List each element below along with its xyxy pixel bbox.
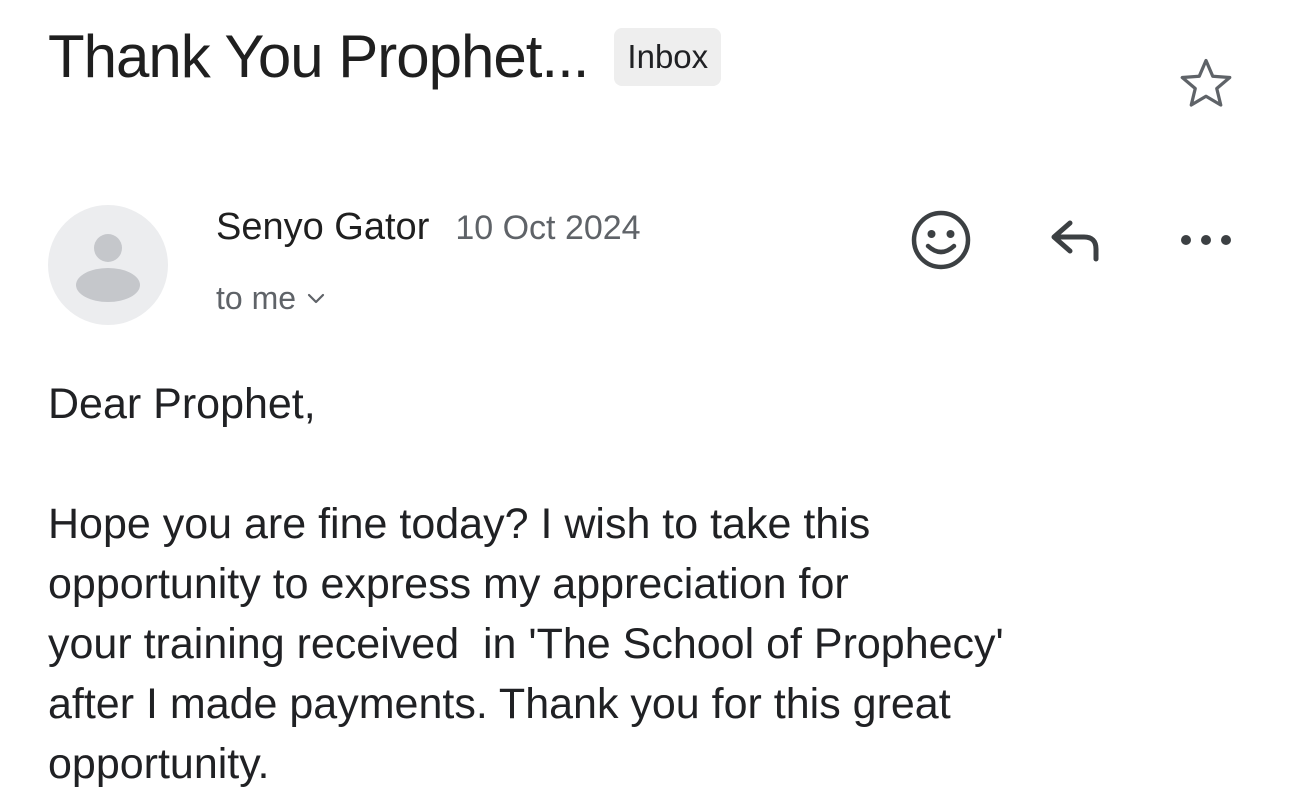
add-reaction-icon xyxy=(911,210,971,270)
chevron-down-icon xyxy=(307,293,325,303)
email-body: Dear Prophet, Hope you are fine today? I… xyxy=(48,374,1268,794)
email-subject: Thank You Prophet... xyxy=(48,23,589,90)
recipients-toggle[interactable]: to me xyxy=(216,280,326,317)
recipients-label: to me xyxy=(216,280,297,316)
default-avatar-icon xyxy=(76,234,140,302)
add-reaction-button[interactable] xyxy=(903,202,979,278)
subject-row: Thank You Prophet... Inbox xyxy=(48,22,722,91)
star-button[interactable] xyxy=(1170,48,1242,120)
inbox-label-chip[interactable]: Inbox xyxy=(614,27,722,86)
sender-line: Senyo Gator 10 Oct 2024 xyxy=(216,206,641,249)
body-line: your training received in 'The School of… xyxy=(48,620,1004,668)
more-horizontal-icon xyxy=(1181,235,1231,245)
body-line: opportunity. xyxy=(48,740,270,788)
body-line: Hope you are fine today? I wish to take … xyxy=(48,500,871,548)
sent-date: 10 Oct 2024 xyxy=(455,209,641,247)
email-greeting: Dear Prophet, xyxy=(48,380,316,428)
sender-avatar[interactable] xyxy=(48,205,168,325)
body-line: opportunity to express my appreciation f… xyxy=(48,560,849,608)
body-line: after I made payments. Thank you for thi… xyxy=(48,680,951,728)
reply-icon xyxy=(1051,220,1099,262)
email-paragraph: Hope you are fine today? I wish to take … xyxy=(48,494,1268,794)
star-outline-icon xyxy=(1180,58,1232,107)
reply-button[interactable] xyxy=(1036,202,1112,278)
email-view: Thank You Prophet... Inbox Senyo Gator 1… xyxy=(0,0,1290,795)
sender-name[interactable]: Senyo Gator xyxy=(216,206,429,249)
more-options-button[interactable] xyxy=(1168,202,1244,278)
